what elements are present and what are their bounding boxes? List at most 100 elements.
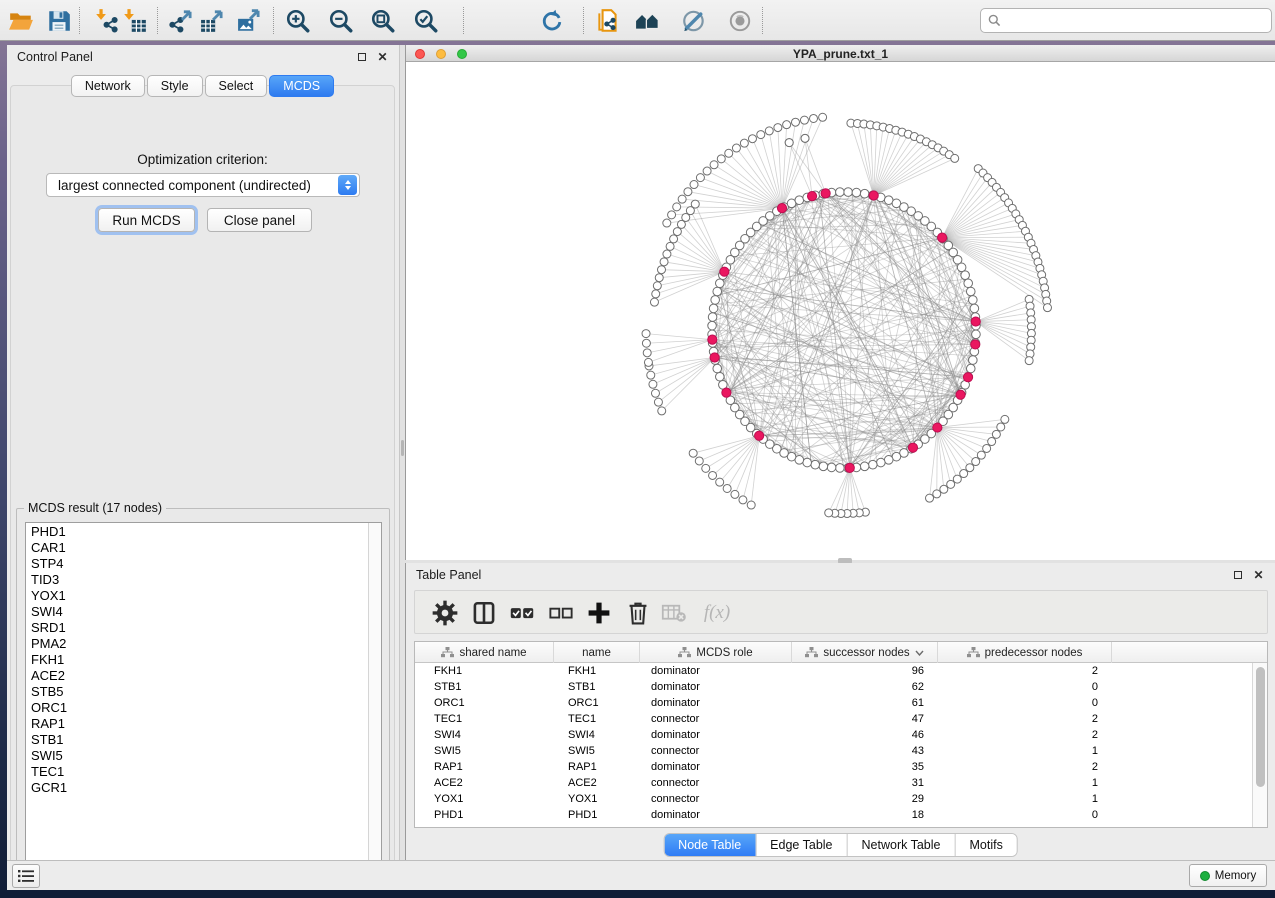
network-node[interactable]	[702, 464, 710, 472]
dominator-node[interactable]	[869, 191, 878, 200]
network-node[interactable]	[708, 321, 717, 330]
column-header-name[interactable]: name	[554, 642, 640, 663]
network-node[interactable]	[961, 271, 970, 280]
mcds-result-item[interactable]: STB1	[26, 732, 367, 748]
table-row[interactable]: TEC1TEC1connector472	[415, 711, 1252, 727]
network-node[interactable]	[957, 263, 966, 272]
network-node[interactable]	[642, 339, 650, 347]
dominator-node[interactable]	[710, 353, 719, 362]
mcds-result-item[interactable]: TEC1	[26, 764, 367, 780]
network-node[interactable]	[966, 287, 975, 296]
network-node[interactable]	[650, 298, 658, 306]
cell-mcds-role[interactable]: dominator	[640, 807, 792, 823]
cell-name[interactable]: ORC1	[554, 695, 640, 711]
import-network-button[interactable]	[92, 6, 122, 36]
table-row[interactable]: PHD1PHD1dominator180	[415, 807, 1252, 823]
dominator-node[interactable]	[937, 233, 946, 242]
delete-table-button[interactable]	[661, 601, 687, 625]
cell-successor-nodes[interactable]: 43	[792, 743, 938, 759]
scrollbar-thumb[interactable]	[1256, 667, 1265, 787]
network-node[interactable]	[747, 501, 755, 509]
cell-name[interactable]: YOX1	[554, 791, 640, 807]
network-node[interactable]	[1043, 304, 1051, 312]
network-node[interactable]	[663, 250, 671, 258]
table-scrollbar[interactable]	[1252, 663, 1267, 827]
cell-predecessor-nodes[interactable]: 2	[938, 759, 1112, 775]
network-node[interactable]	[725, 149, 733, 157]
network-node[interactable]	[997, 423, 1005, 431]
float-table-panel-button[interactable]	[1231, 568, 1244, 581]
deselect-all-button[interactable]	[548, 601, 574, 625]
tab-network[interactable]: Network	[71, 75, 145, 97]
table-row[interactable]: SWI5SWI5connector431	[415, 743, 1252, 759]
cell-name[interactable]: PHD1	[554, 807, 640, 823]
network-node[interactable]	[713, 287, 722, 296]
cell-mcds-role[interactable]: connector	[640, 743, 792, 759]
dominator-node[interactable]	[956, 390, 965, 399]
network-node[interactable]	[947, 480, 955, 488]
splitter-grip[interactable]	[401, 440, 404, 456]
cell-shared-name[interactable]: STB1	[415, 679, 554, 695]
table-options-button[interactable]	[432, 601, 458, 625]
mcds-result-item[interactable]: YOX1	[26, 588, 367, 604]
network-node[interactable]	[1001, 415, 1009, 423]
cell-successor-nodes[interactable]: 62	[792, 679, 938, 695]
network-node[interactable]	[836, 464, 845, 473]
network-node[interactable]	[655, 274, 663, 282]
network-node[interactable]	[717, 155, 725, 163]
network-node[interactable]	[716, 372, 725, 381]
cell-predecessor-nodes[interactable]: 0	[938, 807, 1112, 823]
network-node[interactable]	[709, 471, 717, 479]
cell-successor-nodes[interactable]: 61	[792, 695, 938, 711]
dominator-node[interactable]	[720, 267, 729, 276]
mcds-result-item[interactable]: SRD1	[26, 620, 367, 636]
network-node[interactable]	[800, 116, 808, 124]
cell-name[interactable]: SWI4	[554, 727, 640, 743]
cell-shared-name[interactable]: SWI4	[415, 727, 554, 743]
network-node[interactable]	[933, 490, 941, 498]
mcds-result-item[interactable]: STP4	[26, 556, 367, 572]
graphics-details-button[interactable]	[679, 6, 709, 36]
table-row[interactable]: YOX1YOX1connector291	[415, 791, 1252, 807]
network-node[interactable]	[740, 139, 748, 147]
table-row[interactable]: STB1STB1dominator620	[415, 679, 1252, 695]
network-node[interactable]	[647, 371, 655, 379]
save-session-button[interactable]	[44, 6, 74, 36]
mcds-result-item[interactable]: PMA2	[26, 636, 367, 652]
node-table[interactable]: shared namenameMCDS rolesuccessor nodesp…	[414, 641, 1268, 828]
cell-shared-name[interactable]: PHD1	[415, 807, 554, 823]
cell-shared-name[interactable]: SWI5	[415, 743, 554, 759]
network-node[interactable]	[652, 290, 660, 298]
network-node[interactable]	[977, 451, 985, 459]
dominator-node[interactable]	[971, 340, 980, 349]
dominator-node[interactable]	[908, 443, 917, 452]
network-node[interactable]	[969, 296, 978, 305]
cell-predecessor-nodes[interactable]: 2	[938, 663, 1112, 679]
cell-predecessor-nodes[interactable]: 0	[938, 679, 1112, 695]
cell-name[interactable]: ACE2	[554, 775, 640, 791]
cell-mcds-role[interactable]: dominator	[640, 679, 792, 695]
network-node[interactable]	[972, 330, 981, 339]
network-node[interactable]	[1025, 357, 1033, 365]
network-node[interactable]	[783, 121, 791, 129]
export-network-button[interactable]	[167, 6, 197, 36]
cell-successor-nodes[interactable]: 47	[792, 711, 938, 727]
network-node[interactable]	[716, 478, 724, 486]
tab-mcds[interactable]: MCDS	[269, 75, 334, 97]
network-node[interactable]	[731, 490, 739, 498]
network-node[interactable]	[844, 188, 853, 197]
network-node[interactable]	[884, 456, 893, 465]
network-node[interactable]	[811, 460, 820, 469]
network-node[interactable]	[953, 475, 961, 483]
cell-shared-name[interactable]: ORC1	[415, 695, 554, 711]
cell-predecessor-nodes[interactable]: 0	[938, 695, 1112, 711]
network-node[interactable]	[969, 356, 978, 365]
table-row[interactable]: ACE2ACE2connector311	[415, 775, 1252, 791]
tab-select[interactable]: Select	[205, 75, 268, 97]
network-node[interactable]	[757, 131, 765, 139]
network-node[interactable]	[970, 304, 979, 313]
optimization-criterion-dropdown[interactable]: largest connected component (undirected)	[46, 173, 360, 197]
mcds-result-item[interactable]: FKH1	[26, 652, 367, 668]
network-node[interactable]	[684, 188, 692, 196]
tab-network-table[interactable]: Network Table	[847, 834, 955, 856]
